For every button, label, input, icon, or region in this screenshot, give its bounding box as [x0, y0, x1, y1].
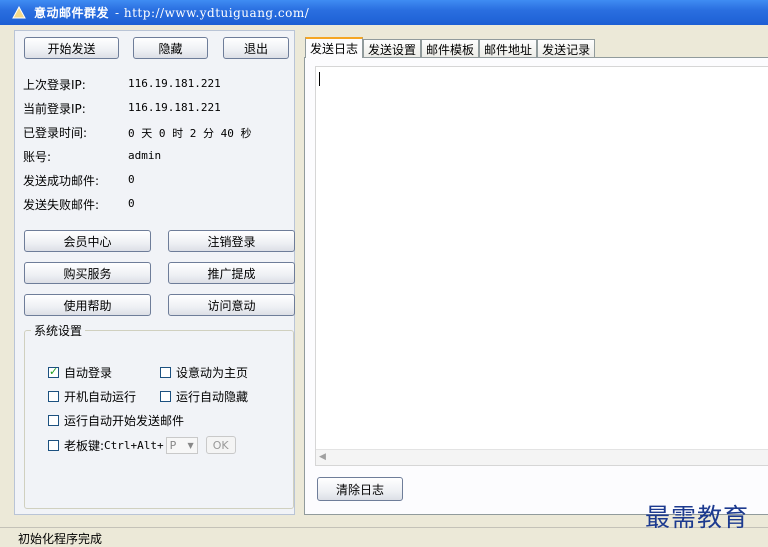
- scroll-left-icon[interactable]: ◀: [319, 452, 326, 462]
- info-label: 发送成功邮件:: [23, 174, 100, 188]
- boss-key-checkbox[interactable]: [48, 439, 59, 451]
- watermark-text: 最需教育: [645, 503, 750, 532]
- hide-button[interactable]: 隐藏: [133, 37, 208, 59]
- startup-run-checkbox[interactable]: 开机自动运行: [48, 388, 136, 405]
- boss-key-row: 老板键: Ctrl+Alt+ P ▼ OK: [48, 436, 236, 454]
- send-log-panel: ◀ 清除日志: [304, 57, 768, 515]
- logout-button[interactable]: 注销登录: [168, 230, 295, 252]
- boss-key-combo: Ctrl+Alt+: [104, 438, 164, 452]
- info-label: 账号:: [23, 150, 52, 164]
- referral-button[interactable]: 推广提成: [168, 262, 295, 284]
- info-value: admin: [128, 149, 162, 162]
- member-center-button[interactable]: 会员中心: [24, 230, 151, 252]
- tab-mail-template[interactable]: 邮件模板: [421, 39, 480, 58]
- start-send-button[interactable]: 开始发送: [24, 37, 119, 59]
- system-settings-legend: 系统设置: [34, 324, 83, 338]
- tab-mail-address[interactable]: 邮件地址: [479, 39, 538, 58]
- buy-service-button[interactable]: 购买服务: [24, 262, 151, 284]
- checkbox-checked-icon[interactable]: [48, 367, 59, 378]
- info-value: 0 天 0 时 2 分 40 秒: [128, 127, 252, 140]
- info-value: 0: [128, 197, 135, 210]
- info-value: 116.19.181.221: [128, 101, 221, 114]
- tab-strip: 发送日志 发送设置 邮件模板 邮件地址 发送记录: [305, 37, 596, 58]
- run-auto-hide-checkbox[interactable]: 运行自动隐藏: [160, 388, 248, 405]
- title-bar: 意动邮件群发 - http://www.ydtuiguang.com/: [0, 0, 768, 25]
- checkbox-icon[interactable]: [160, 367, 171, 378]
- run-auto-send-checkbox[interactable]: 运行自动开始发送邮件: [48, 412, 184, 429]
- tab-send-record[interactable]: 发送记录: [537, 39, 596, 58]
- info-label: 发送失败邮件:: [23, 198, 100, 212]
- info-label: 已登录时间:: [23, 126, 88, 140]
- checkbox-icon[interactable]: [48, 391, 59, 402]
- info-label: 当前登录IP:: [23, 102, 86, 116]
- tab-send-settings[interactable]: 发送设置: [363, 39, 422, 58]
- info-value: 116.19.181.221: [128, 77, 221, 90]
- info-value: 0: [128, 173, 135, 186]
- tab-send-log[interactable]: 发送日志: [305, 37, 364, 58]
- boss-key-ok-button[interactable]: OK: [205, 436, 236, 454]
- dropdown-arrow-icon: ▼: [187, 440, 194, 450]
- checkbox-icon[interactable]: [160, 391, 171, 402]
- account-panel: 开始发送 隐藏 退出 上次登录IP: 116.19.181.221 当前登录IP…: [14, 30, 295, 515]
- set-homepage-checkbox[interactable]: 设意动为主页: [160, 364, 248, 381]
- info-label: 上次登录IP:: [23, 78, 86, 92]
- auto-login-checkbox[interactable]: 自动登录: [48, 364, 112, 381]
- clear-log-button[interactable]: 清除日志: [317, 477, 403, 501]
- text-caret: [319, 72, 320, 86]
- system-settings-group: 系统设置 自动登录 设意动为主页 开机自动运行 运行自动隐藏 运行自动开始发送邮…: [24, 322, 294, 509]
- app-icon: [12, 5, 26, 18]
- window-title: 意动邮件群发 - http://www.ydtuiguang.com/: [34, 6, 310, 20]
- checkbox-icon[interactable]: [48, 415, 59, 426]
- boss-key-select[interactable]: P ▼: [165, 436, 198, 454]
- visit-site-button[interactable]: 访问意动: [168, 294, 295, 316]
- status-text: 初始化程序完成: [18, 532, 103, 546]
- horizontal-scrollbar[interactable]: ◀: [316, 449, 768, 465]
- help-button[interactable]: 使用帮助: [24, 294, 151, 316]
- exit-button[interactable]: 退出: [223, 37, 289, 59]
- log-textarea[interactable]: ◀: [315, 66, 768, 466]
